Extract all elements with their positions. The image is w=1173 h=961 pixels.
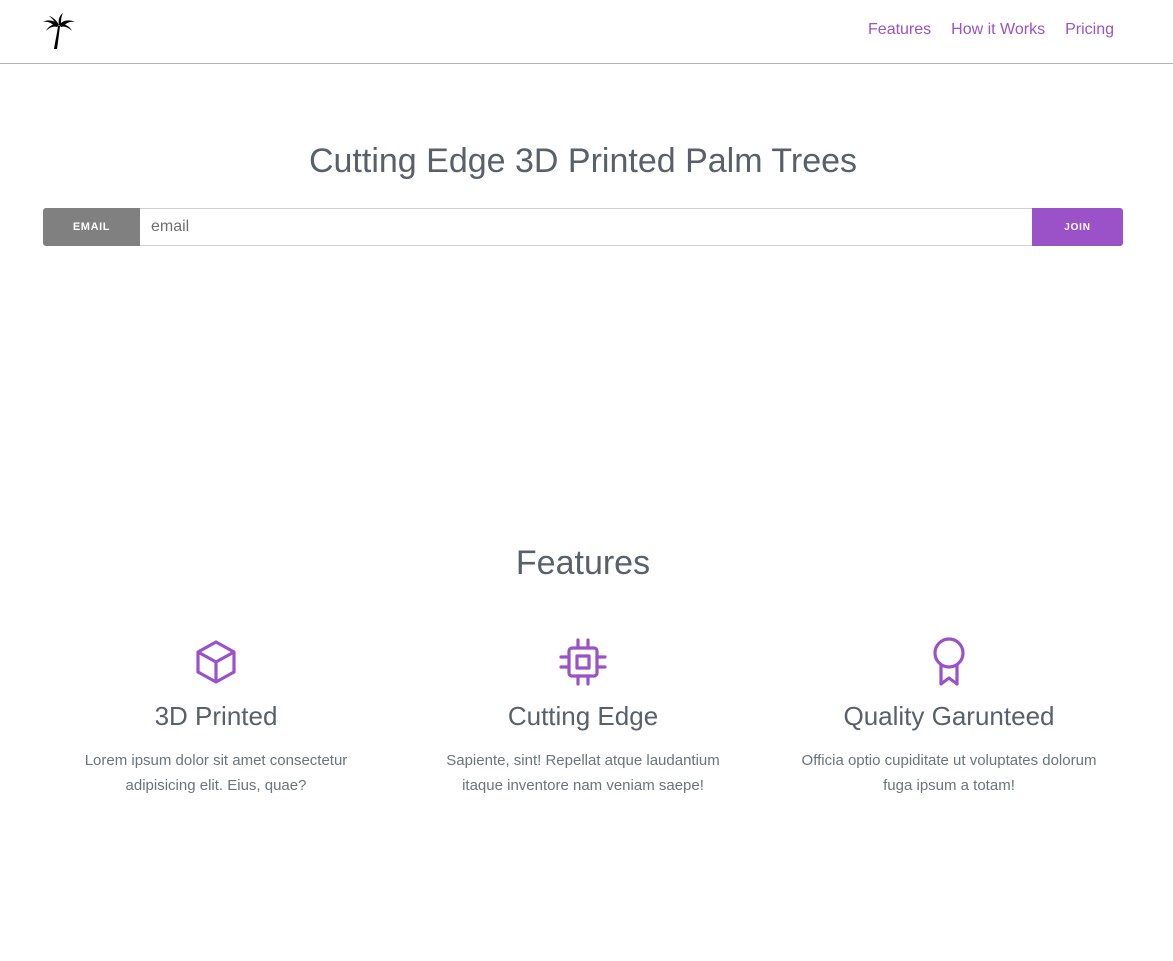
feature-text: Lorem ipsum dolor sit amet consectetur a… (84, 752, 348, 794)
join-button[interactable]: JOIN (1032, 208, 1123, 246)
award-ribbon-icon (933, 637, 965, 686)
feature-title: Quality Garunteed (843, 701, 1055, 731)
feature-text: Sapiente, sint! Repellat atque laudantiu… (446, 752, 720, 794)
cube-icon (196, 640, 236, 684)
palm-tree-icon[interactable] (41, 12, 77, 50)
features-title: Features (515, 544, 651, 582)
feature-title: 3D Printed (154, 701, 278, 731)
feature-title: Cutting Edge (507, 701, 659, 731)
nav-link-pricing[interactable]: Pricing (1065, 21, 1114, 39)
email-signup-form: EMAIL JOIN (43, 208, 1123, 246)
nav-link-how-it-works[interactable]: How it Works (951, 21, 1045, 39)
email-input[interactable] (140, 208, 1032, 246)
feature-text: Officia optio cupiditate ut voluptates d… (801, 752, 1097, 794)
feature-item: 3D Printed Lorem ipsum dolor sit amet co… (46, 636, 386, 798)
feature-item: Quality Garunteed Officia optio cupidita… (779, 636, 1119, 798)
site-header: Features How it Works Pricing (0, 0, 1173, 64)
chip-icon (559, 638, 607, 686)
nav-link-features[interactable]: Features (868, 21, 931, 39)
hero-title: Cutting Edge 3D Printed Palm Trees (308, 142, 858, 180)
email-label: EMAIL (43, 208, 140, 246)
feature-item: Cutting Edge Sapiente, sint! Repellat at… (413, 636, 753, 798)
main-nav: Features How it Works Pricing (868, 21, 1114, 39)
